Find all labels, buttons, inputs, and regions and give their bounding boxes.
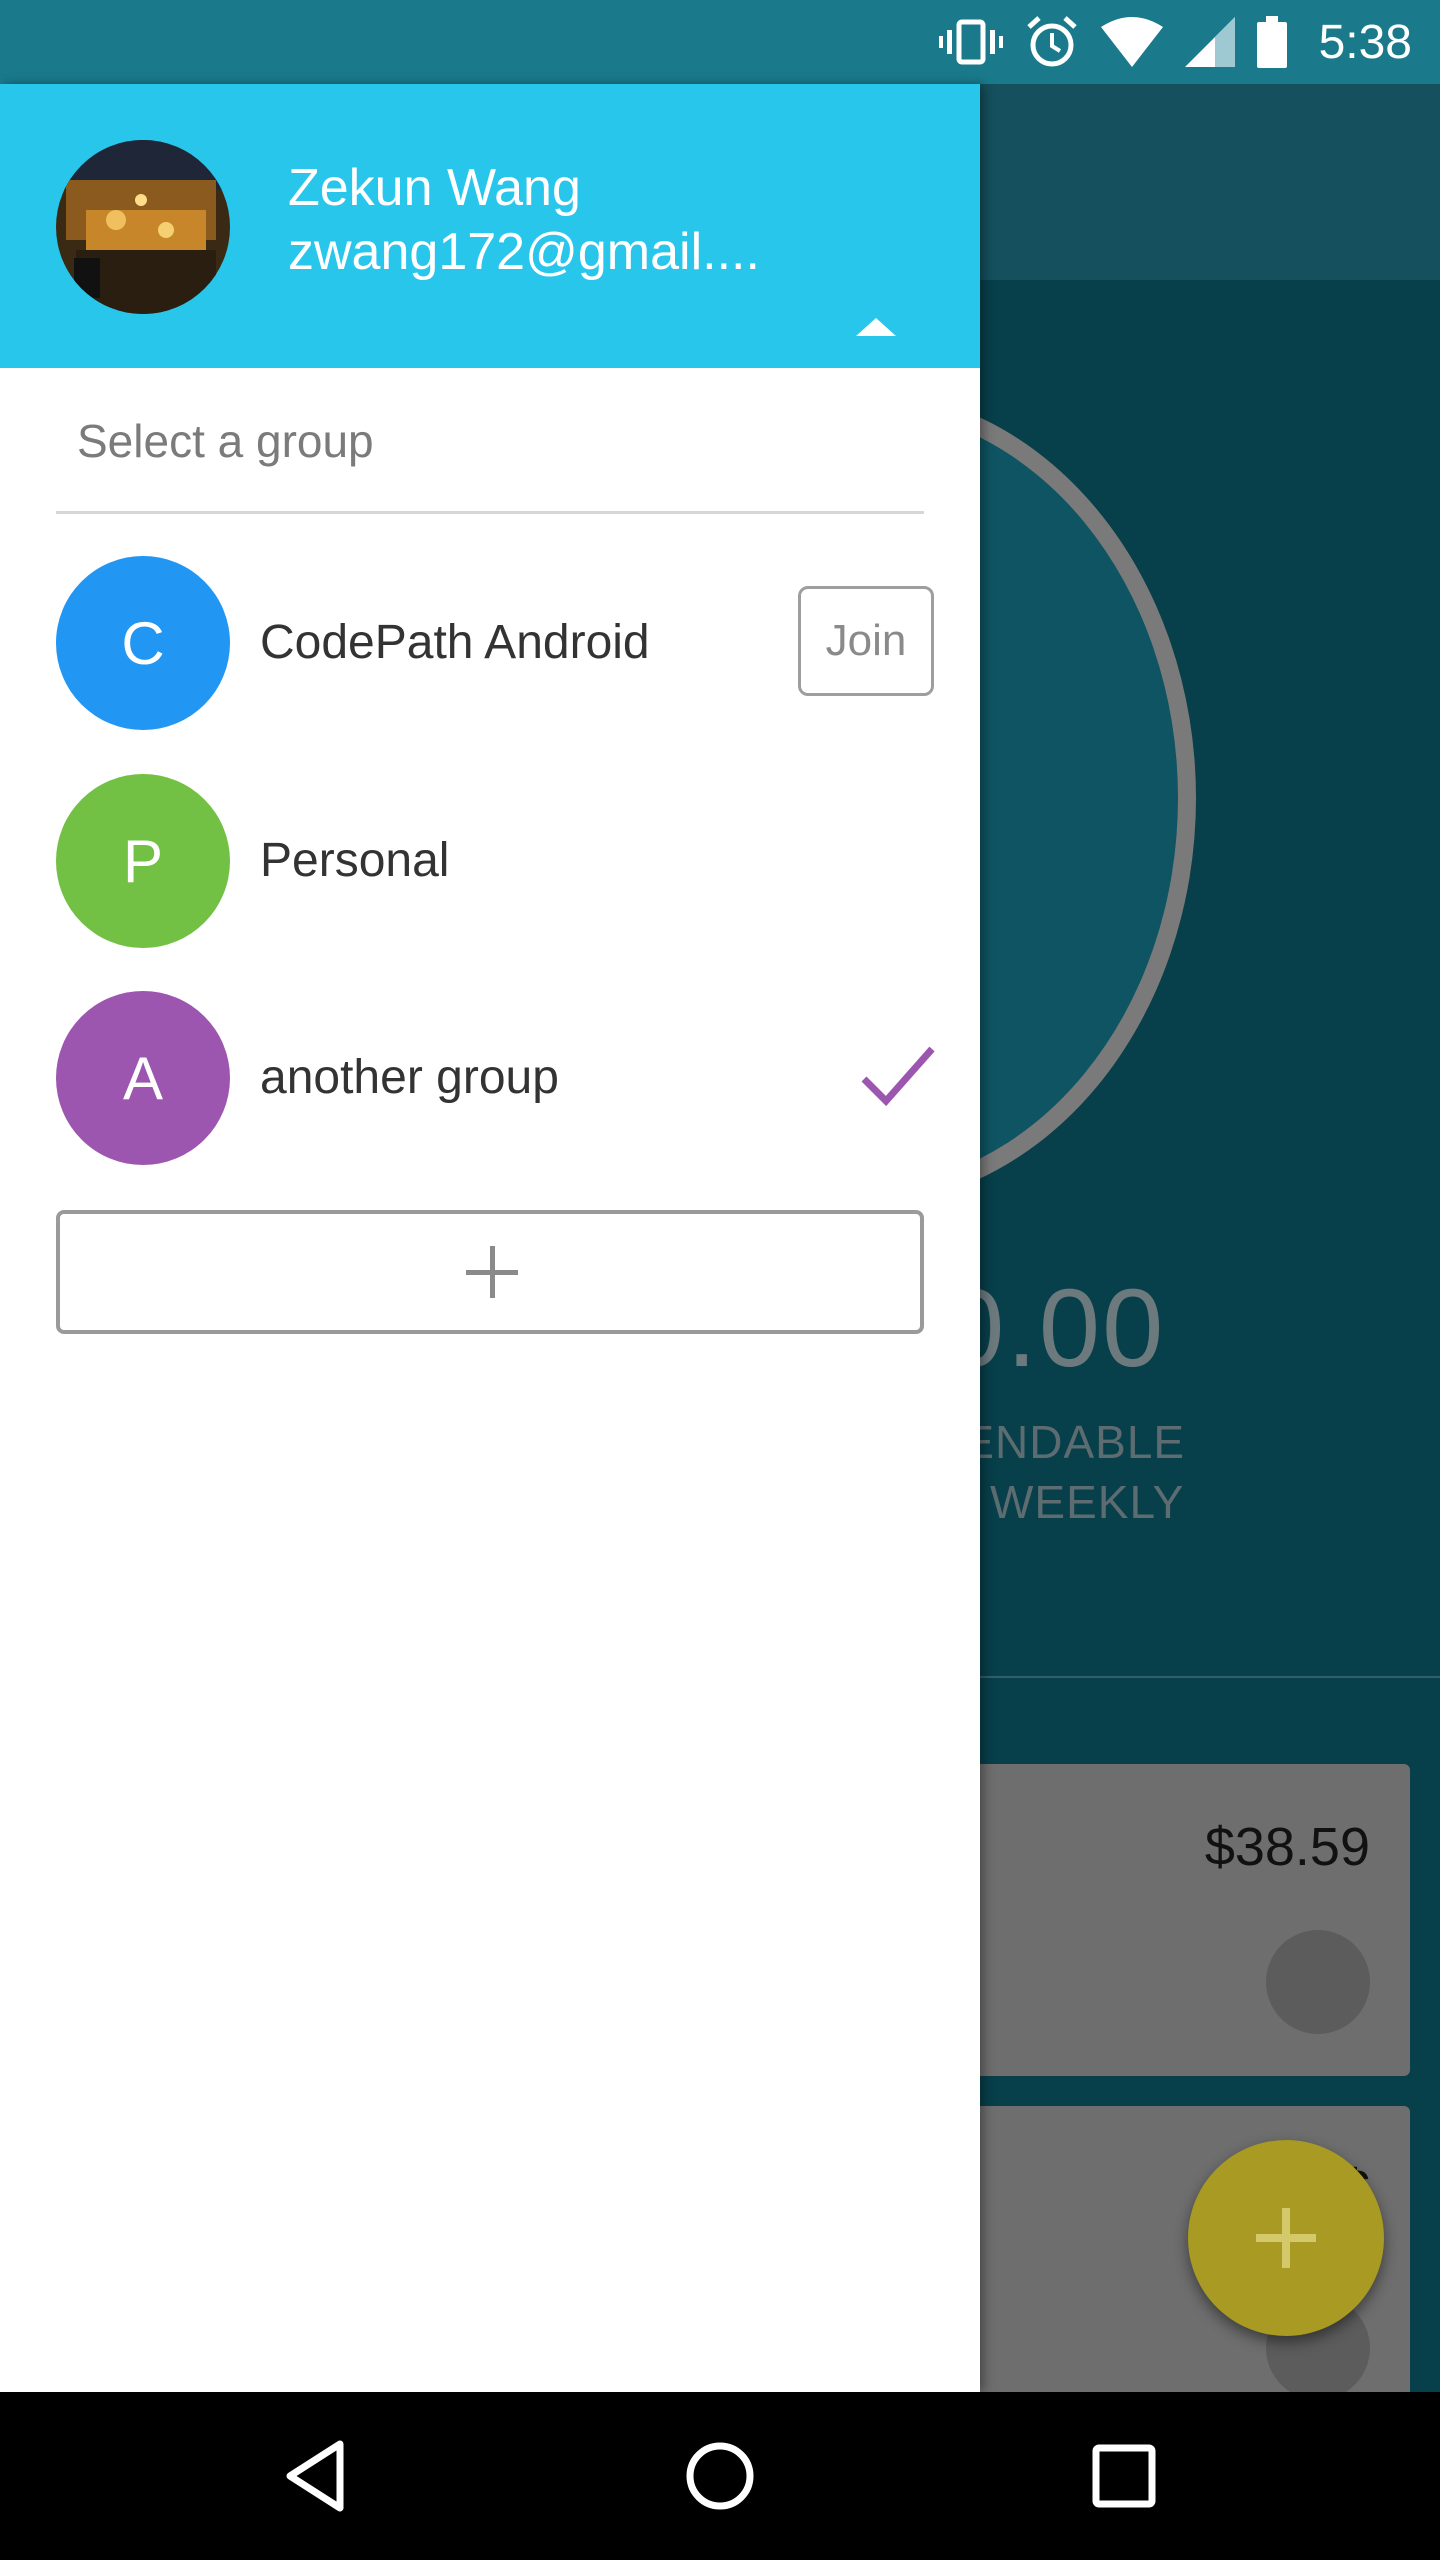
wifi-icon [1100, 17, 1163, 67]
user-email: zwang172@gmail.... [288, 223, 760, 281]
home-icon[interactable] [670, 2426, 770, 2526]
vibrate-icon [938, 18, 1003, 66]
system-nav-bar [0, 2392, 1440, 2560]
divider [56, 511, 924, 514]
clock: 5:38 [1318, 15, 1412, 69]
battery-icon [1256, 16, 1287, 68]
back-icon[interactable] [266, 2426, 366, 2526]
user-name: Zekun Wang [288, 159, 581, 217]
signal-icon [1184, 17, 1235, 67]
group-avatar: C [56, 556, 230, 730]
join-button[interactable]: Join [798, 586, 934, 696]
status-bar: 5:38 [0, 0, 1440, 84]
group-avatar: A [56, 991, 230, 1165]
add-group-button[interactable] [56, 1210, 924, 1334]
select-group-label: Select a group [77, 415, 374, 467]
divider [980, 1676, 1440, 1678]
add-transaction-button[interactable] [1188, 2140, 1384, 2336]
check-icon [861, 1046, 935, 1107]
user-avatar[interactable] [56, 140, 230, 314]
group-name: another group [260, 1051, 559, 1104]
group-item-personal[interactable]: P Personal [0, 774, 980, 948]
transaction-price: $38.59 [1204, 1817, 1370, 1877]
alarm-icon [1025, 15, 1079, 69]
category-avatar [1266, 1930, 1370, 2034]
group-name: Personal [260, 834, 450, 887]
account-toggle-icon[interactable] [856, 318, 896, 336]
group-avatar: P [56, 774, 230, 948]
drawer-header[interactable]: Zekun Wang zwang172@gmail.... [0, 84, 980, 368]
navigation-drawer: Zekun Wang zwang172@gmail.... Select a g… [0, 84, 980, 2392]
group-item-codepath-android[interactable]: C CodePath Android Join [0, 556, 980, 730]
weekly-label: WEEKLY [990, 1476, 1185, 1528]
recents-icon[interactable] [1074, 2426, 1174, 2526]
group-name: CodePath Android [260, 616, 650, 669]
group-item-another-group[interactable]: A another group [0, 991, 980, 1165]
